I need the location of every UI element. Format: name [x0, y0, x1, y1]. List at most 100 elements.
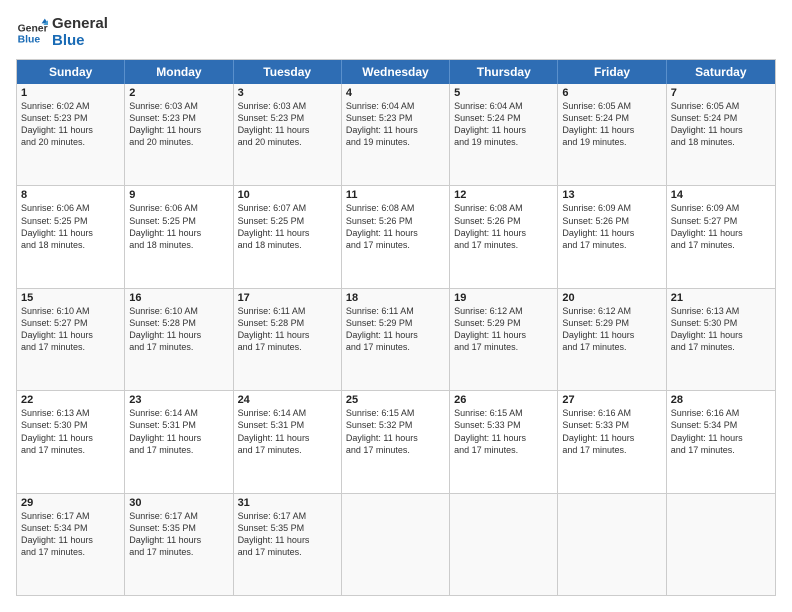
- day-number: 16: [129, 292, 228, 304]
- cell-sun-info: Sunrise: 6:06 AMSunset: 5:25 PMDaylight:…: [129, 202, 228, 251]
- cell-sun-info: Sunrise: 6:11 AMSunset: 5:28 PMDaylight:…: [238, 305, 337, 354]
- day-number: 1: [21, 87, 120, 99]
- svg-text:Blue: Blue: [18, 34, 41, 45]
- calendar-cell: 25Sunrise: 6:15 AMSunset: 5:32 PMDayligh…: [342, 391, 450, 492]
- cell-sun-info: Sunrise: 6:03 AMSunset: 5:23 PMDaylight:…: [129, 100, 228, 149]
- calendar-cell: 15Sunrise: 6:10 AMSunset: 5:27 PMDayligh…: [17, 289, 125, 390]
- calendar-body: 1Sunrise: 6:02 AMSunset: 5:23 PMDaylight…: [17, 84, 775, 595]
- day-of-week-header: Tuesday: [234, 60, 342, 84]
- calendar-cell: 17Sunrise: 6:11 AMSunset: 5:28 PMDayligh…: [234, 289, 342, 390]
- calendar-cell: 29Sunrise: 6:17 AMSunset: 5:34 PMDayligh…: [17, 494, 125, 595]
- cell-sun-info: Sunrise: 6:04 AMSunset: 5:23 PMDaylight:…: [346, 100, 445, 149]
- cell-sun-info: Sunrise: 6:05 AMSunset: 5:24 PMDaylight:…: [671, 100, 771, 149]
- calendar-cell: 26Sunrise: 6:15 AMSunset: 5:33 PMDayligh…: [450, 391, 558, 492]
- cell-sun-info: Sunrise: 6:07 AMSunset: 5:25 PMDaylight:…: [238, 202, 337, 251]
- cell-sun-info: Sunrise: 6:10 AMSunset: 5:28 PMDaylight:…: [129, 305, 228, 354]
- cell-sun-info: Sunrise: 6:10 AMSunset: 5:27 PMDaylight:…: [21, 305, 120, 354]
- calendar-row: 8Sunrise: 6:06 AMSunset: 5:25 PMDaylight…: [17, 185, 775, 287]
- cell-sun-info: Sunrise: 6:15 AMSunset: 5:32 PMDaylight:…: [346, 407, 445, 456]
- day-of-week-header: Saturday: [667, 60, 775, 84]
- cell-sun-info: Sunrise: 6:16 AMSunset: 5:33 PMDaylight:…: [562, 407, 661, 456]
- calendar-cell: 1Sunrise: 6:02 AMSunset: 5:23 PMDaylight…: [17, 84, 125, 185]
- calendar-cell: 7Sunrise: 6:05 AMSunset: 5:24 PMDaylight…: [667, 84, 775, 185]
- calendar-row: 15Sunrise: 6:10 AMSunset: 5:27 PMDayligh…: [17, 288, 775, 390]
- cell-sun-info: Sunrise: 6:11 AMSunset: 5:29 PMDaylight:…: [346, 305, 445, 354]
- day-of-week-header: Wednesday: [342, 60, 450, 84]
- day-of-week-header: Monday: [125, 60, 233, 84]
- calendar-cell: 16Sunrise: 6:10 AMSunset: 5:28 PMDayligh…: [125, 289, 233, 390]
- day-number: 17: [238, 292, 337, 304]
- calendar-cell: 6Sunrise: 6:05 AMSunset: 5:24 PMDaylight…: [558, 84, 666, 185]
- svg-text:General: General: [18, 23, 48, 34]
- day-number: 19: [454, 292, 553, 304]
- page: General Blue General Blue SundayMondayTu…: [0, 0, 792, 612]
- calendar-cell: 31Sunrise: 6:17 AMSunset: 5:35 PMDayligh…: [234, 494, 342, 595]
- cell-sun-info: Sunrise: 6:14 AMSunset: 5:31 PMDaylight:…: [129, 407, 228, 456]
- day-of-week-header: Friday: [558, 60, 666, 84]
- day-number: 27: [562, 394, 661, 406]
- calendar-cell: [342, 494, 450, 595]
- cell-sun-info: Sunrise: 6:09 AMSunset: 5:26 PMDaylight:…: [562, 202, 661, 251]
- cell-sun-info: Sunrise: 6:17 AMSunset: 5:34 PMDaylight:…: [21, 510, 120, 559]
- calendar-cell: 20Sunrise: 6:12 AMSunset: 5:29 PMDayligh…: [558, 289, 666, 390]
- day-number: 12: [454, 189, 553, 201]
- day-of-week-header: Sunday: [17, 60, 125, 84]
- day-number: 11: [346, 189, 445, 201]
- calendar-cell: 4Sunrise: 6:04 AMSunset: 5:23 PMDaylight…: [342, 84, 450, 185]
- cell-sun-info: Sunrise: 6:02 AMSunset: 5:23 PMDaylight:…: [21, 100, 120, 149]
- day-number: 6: [562, 87, 661, 99]
- calendar: SundayMondayTuesdayWednesdayThursdayFrid…: [16, 59, 776, 596]
- day-number: 22: [21, 394, 120, 406]
- logo-general: General: [52, 16, 108, 33]
- day-number: 2: [129, 87, 228, 99]
- day-number: 26: [454, 394, 553, 406]
- day-number: 13: [562, 189, 661, 201]
- calendar-cell: 27Sunrise: 6:16 AMSunset: 5:33 PMDayligh…: [558, 391, 666, 492]
- calendar-cell: [667, 494, 775, 595]
- cell-sun-info: Sunrise: 6:05 AMSunset: 5:24 PMDaylight:…: [562, 100, 661, 149]
- day-number: 21: [671, 292, 771, 304]
- calendar-cell: 5Sunrise: 6:04 AMSunset: 5:24 PMDaylight…: [450, 84, 558, 185]
- calendar-cell: [558, 494, 666, 595]
- calendar-cell: 24Sunrise: 6:14 AMSunset: 5:31 PMDayligh…: [234, 391, 342, 492]
- logo-icon: General Blue: [16, 17, 48, 49]
- calendar-cell: 30Sunrise: 6:17 AMSunset: 5:35 PMDayligh…: [125, 494, 233, 595]
- day-number: 3: [238, 87, 337, 99]
- calendar-cell: 18Sunrise: 6:11 AMSunset: 5:29 PMDayligh…: [342, 289, 450, 390]
- logo: General Blue General Blue: [16, 16, 108, 49]
- calendar-cell: [450, 494, 558, 595]
- cell-sun-info: Sunrise: 6:13 AMSunset: 5:30 PMDaylight:…: [671, 305, 771, 354]
- cell-sun-info: Sunrise: 6:12 AMSunset: 5:29 PMDaylight:…: [454, 305, 553, 354]
- day-number: 9: [129, 189, 228, 201]
- calendar-cell: 13Sunrise: 6:09 AMSunset: 5:26 PMDayligh…: [558, 186, 666, 287]
- day-number: 20: [562, 292, 661, 304]
- day-number: 15: [21, 292, 120, 304]
- calendar-cell: 11Sunrise: 6:08 AMSunset: 5:26 PMDayligh…: [342, 186, 450, 287]
- day-number: 23: [129, 394, 228, 406]
- calendar-row: 1Sunrise: 6:02 AMSunset: 5:23 PMDaylight…: [17, 84, 775, 185]
- cell-sun-info: Sunrise: 6:16 AMSunset: 5:34 PMDaylight:…: [671, 407, 771, 456]
- calendar-cell: 10Sunrise: 6:07 AMSunset: 5:25 PMDayligh…: [234, 186, 342, 287]
- cell-sun-info: Sunrise: 6:15 AMSunset: 5:33 PMDaylight:…: [454, 407, 553, 456]
- day-number: 24: [238, 394, 337, 406]
- calendar-row: 22Sunrise: 6:13 AMSunset: 5:30 PMDayligh…: [17, 390, 775, 492]
- day-number: 10: [238, 189, 337, 201]
- calendar-header: SundayMondayTuesdayWednesdayThursdayFrid…: [17, 60, 775, 84]
- cell-sun-info: Sunrise: 6:04 AMSunset: 5:24 PMDaylight:…: [454, 100, 553, 149]
- day-of-week-header: Thursday: [450, 60, 558, 84]
- cell-sun-info: Sunrise: 6:06 AMSunset: 5:25 PMDaylight:…: [21, 202, 120, 251]
- cell-sun-info: Sunrise: 6:08 AMSunset: 5:26 PMDaylight:…: [454, 202, 553, 251]
- cell-sun-info: Sunrise: 6:13 AMSunset: 5:30 PMDaylight:…: [21, 407, 120, 456]
- cell-sun-info: Sunrise: 6:17 AMSunset: 5:35 PMDaylight:…: [238, 510, 337, 559]
- day-number: 31: [238, 497, 337, 509]
- calendar-cell: 23Sunrise: 6:14 AMSunset: 5:31 PMDayligh…: [125, 391, 233, 492]
- day-number: 14: [671, 189, 771, 201]
- calendar-cell: 22Sunrise: 6:13 AMSunset: 5:30 PMDayligh…: [17, 391, 125, 492]
- cell-sun-info: Sunrise: 6:12 AMSunset: 5:29 PMDaylight:…: [562, 305, 661, 354]
- cell-sun-info: Sunrise: 6:08 AMSunset: 5:26 PMDaylight:…: [346, 202, 445, 251]
- cell-sun-info: Sunrise: 6:14 AMSunset: 5:31 PMDaylight:…: [238, 407, 337, 456]
- day-number: 29: [21, 497, 120, 509]
- cell-sun-info: Sunrise: 6:09 AMSunset: 5:27 PMDaylight:…: [671, 202, 771, 251]
- calendar-row: 29Sunrise: 6:17 AMSunset: 5:34 PMDayligh…: [17, 493, 775, 595]
- day-number: 8: [21, 189, 120, 201]
